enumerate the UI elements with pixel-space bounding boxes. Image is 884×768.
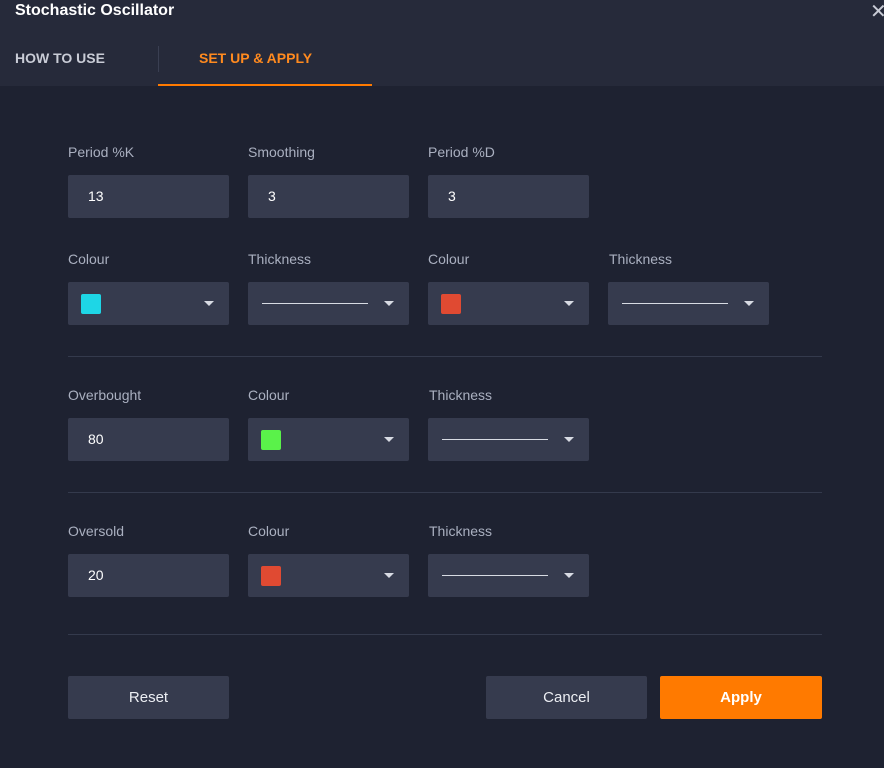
- oversold-colour-swatch: [261, 566, 281, 586]
- section-divider: [68, 356, 822, 357]
- d-colour-select[interactable]: [428, 282, 589, 325]
- period-d-label: Period %D: [428, 144, 495, 160]
- overbought-value: 80: [88, 431, 104, 447]
- line-thickness-icon: [442, 575, 548, 576]
- oversold-label: Oversold: [68, 523, 125, 539]
- k-thickness-label: Thickness: [248, 251, 312, 267]
- smoothing-label: Smoothing: [248, 144, 315, 160]
- k-thickness-select[interactable]: [248, 282, 409, 325]
- chevron-down-icon: [384, 301, 394, 306]
- period-k-input[interactable]: 13: [68, 175, 229, 218]
- tab-set-up-and-apply[interactable]: SET UP & APPLY: [199, 50, 312, 66]
- smoothing-input[interactable]: 3: [248, 175, 409, 218]
- line-thickness-icon: [622, 303, 728, 304]
- period-k-value: 13: [88, 188, 104, 204]
- oversold-value: 20: [88, 567, 104, 583]
- oversold-colour-select[interactable]: [248, 554, 409, 597]
- apply-button[interactable]: Apply: [660, 676, 822, 719]
- oversold-thickness-label: Thickness: [429, 523, 493, 539]
- period-k-label: Period %K: [68, 144, 135, 160]
- oversold-thickness-select[interactable]: [428, 554, 589, 597]
- k-colour-label: Colour: [68, 251, 110, 267]
- overbought-colour-swatch: [261, 430, 281, 450]
- overbought-thickness-select[interactable]: [428, 418, 589, 461]
- k-colour-select[interactable]: [68, 282, 229, 325]
- line-thickness-icon: [442, 439, 548, 440]
- line-thickness-icon: [262, 303, 368, 304]
- dialog-title: Stochastic Oscillator: [15, 2, 175, 19]
- chevron-down-icon: [384, 437, 394, 442]
- section-divider: [68, 492, 822, 493]
- d-thickness-select[interactable]: [608, 282, 769, 325]
- section-divider: [68, 634, 822, 635]
- smoothing-value: 3: [268, 188, 276, 204]
- overbought-label: Overbought: [68, 387, 142, 403]
- period-d-value: 3: [448, 188, 456, 204]
- oversold-input[interactable]: 20: [68, 554, 229, 597]
- tab-how-to-use[interactable]: HOW TO USE: [15, 50, 105, 66]
- overbought-colour-select[interactable]: [248, 418, 409, 461]
- reset-button[interactable]: Reset: [68, 676, 229, 719]
- active-tab-indicator: [158, 84, 372, 86]
- chevron-down-icon: [744, 301, 754, 306]
- overbought-thickness-label: Thickness: [429, 387, 493, 403]
- d-colour-swatch: [441, 294, 461, 314]
- chevron-down-icon: [564, 301, 574, 306]
- chevron-down-icon: [204, 301, 214, 306]
- cancel-button[interactable]: Cancel: [486, 676, 647, 719]
- chevron-down-icon: [564, 573, 574, 578]
- period-d-input[interactable]: 3: [428, 175, 589, 218]
- overbought-colour-label: Colour: [248, 387, 290, 403]
- close-icon[interactable]: ✕: [870, 1, 884, 23]
- overbought-input[interactable]: 80: [68, 418, 229, 461]
- oversold-colour-label: Colour: [248, 523, 290, 539]
- dialog-header: Stochastic Oscillator ✕ HOW TO USE SET U…: [0, 0, 884, 86]
- chevron-down-icon: [564, 437, 574, 442]
- chevron-down-icon: [384, 573, 394, 578]
- d-thickness-label: Thickness: [609, 251, 673, 267]
- tab-divider: [158, 46, 159, 72]
- k-colour-swatch: [81, 294, 101, 314]
- d-colour-label: Colour: [428, 251, 470, 267]
